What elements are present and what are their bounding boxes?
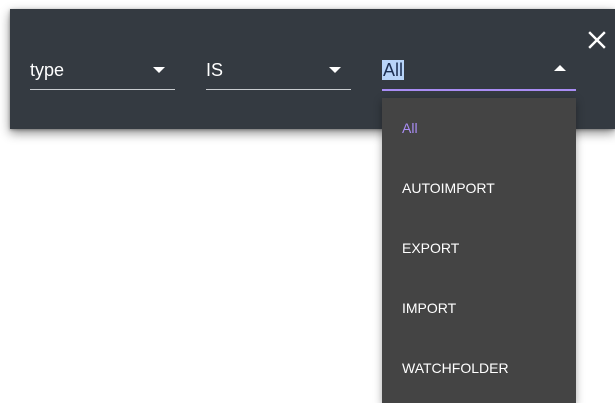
stage: type IS All All AUTOIMPORT EXPORT IMPORT… xyxy=(0,0,615,403)
field-select[interactable]: type xyxy=(30,49,175,90)
menu-option-export[interactable]: EXPORT xyxy=(382,218,576,278)
menu-option-autoimport[interactable]: AUTOIMPORT xyxy=(382,158,576,218)
value-select[interactable]: All xyxy=(382,49,576,91)
caret-down-icon xyxy=(153,67,165,73)
operator-select[interactable]: IS xyxy=(206,49,351,90)
menu-option-watchfolder[interactable]: WATCHFOLDER xyxy=(382,338,576,398)
value-options-menu: All AUTOIMPORT EXPORT IMPORT WATCHFOLDER xyxy=(382,98,576,403)
caret-up-icon xyxy=(554,65,566,71)
value-select-text: All xyxy=(382,60,405,80)
value-select-value: All xyxy=(382,59,405,81)
menu-option-all[interactable]: All xyxy=(382,98,576,158)
close-button[interactable] xyxy=(585,28,609,52)
close-icon xyxy=(588,31,606,49)
operator-select-value: IS xyxy=(206,60,224,80)
menu-option-import[interactable]: IMPORT xyxy=(382,278,576,338)
caret-down-icon xyxy=(329,67,341,73)
field-select-value: type xyxy=(30,60,65,80)
